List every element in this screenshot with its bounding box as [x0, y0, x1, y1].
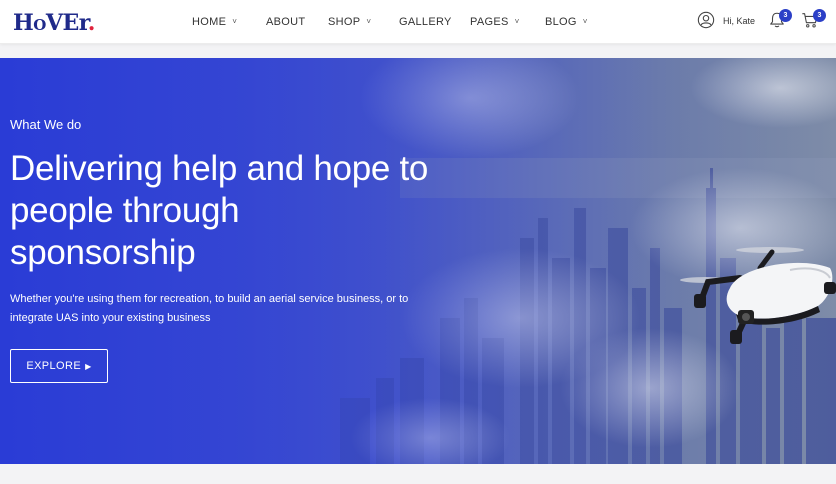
nav-item-label: ABOUT	[266, 16, 306, 28]
hero-headline: Delivering help and hope to people throu…	[10, 149, 429, 272]
nav-item-pages[interactable]: PAGES ˅	[470, 15, 520, 29]
explore-button-label: EXPLORE	[26, 360, 82, 372]
explore-button[interactable]: EXPLORE ▶	[10, 349, 108, 383]
chevron-down-icon: ˅	[232, 17, 238, 26]
nav-item-label: HOME	[192, 16, 227, 28]
hero-eyebrow: What We do	[10, 117, 82, 132]
cart-count-badge: 3	[813, 9, 826, 22]
chevron-down-icon: ˅	[582, 17, 588, 26]
chevron-down-icon: ˅	[514, 17, 520, 26]
chevron-down-icon: ˅	[366, 17, 372, 26]
nav-item-home[interactable]: HOME ˅	[192, 15, 237, 29]
nav-item-label: BLOG	[545, 16, 577, 28]
user-greeting[interactable]: Hi, Kate	[723, 15, 755, 27]
hero-banner: What We do Delivering help and hope to p…	[0, 58, 836, 464]
nav-item-gallery[interactable]: GALLERY	[399, 15, 452, 29]
caret-right-icon: ▶	[85, 361, 92, 371]
nav-item-about[interactable]: ABOUT	[266, 15, 305, 29]
user-icon[interactable]	[697, 11, 715, 29]
nav-item-label: PAGES	[470, 16, 509, 28]
nav-item-label: GALLERY	[399, 16, 452, 28]
nav-item-label: SHOP	[328, 16, 361, 28]
notification-count-badge: 3	[779, 9, 792, 22]
site-header: HOVEr. HOME ˅ ABOUT SHOP ˅ GALLERY PAGES ˅ …	[0, 0, 836, 44]
page-footer-strip	[0, 464, 836, 484]
drone-image	[680, 247, 836, 344]
hero-lead-text: Whether you're using them for recreation…	[10, 293, 409, 324]
nav-item-blog[interactable]: BLOG ˅	[545, 15, 588, 29]
nav-item-shop[interactable]: SHOP ˅	[328, 15, 371, 29]
